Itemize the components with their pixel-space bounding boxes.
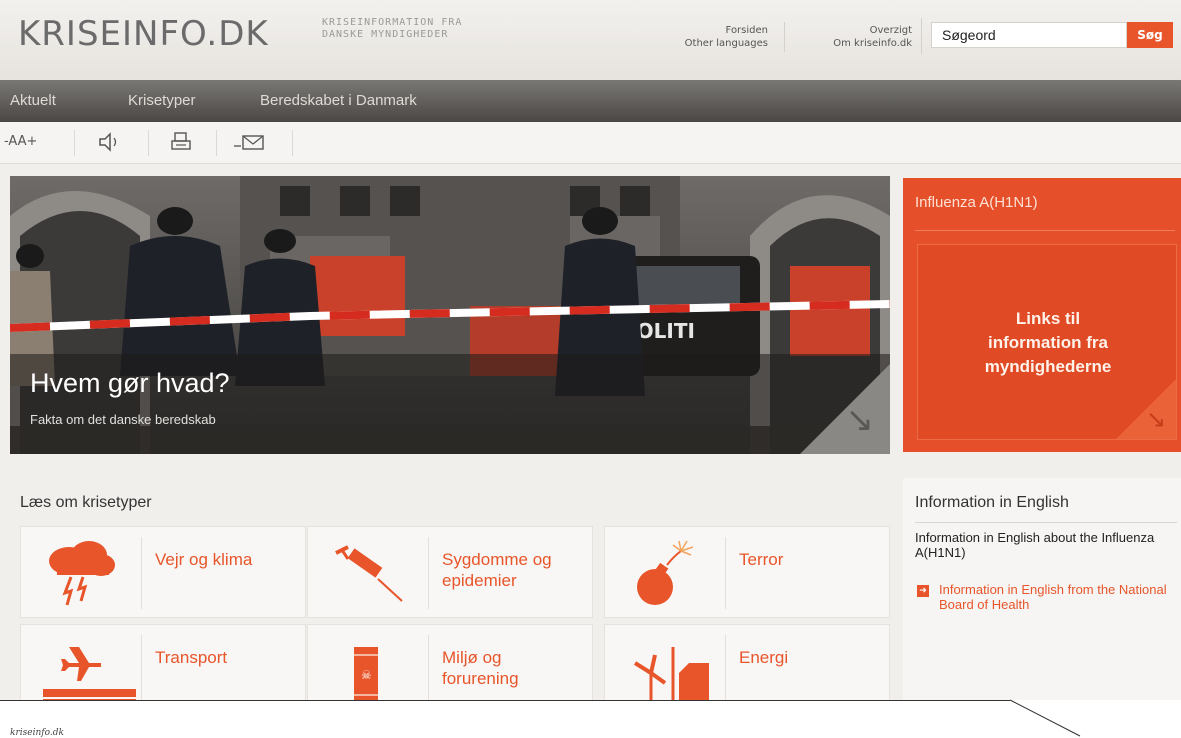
toxic-barrel-icon: ☠	[354, 647, 378, 700]
english-intro-text: Information in English about the Influen…	[915, 530, 1155, 560]
airplane-train-icon	[43, 647, 136, 700]
hero-subtitle: Fakta om det danske beredskab	[30, 412, 216, 427]
crisis-tile-environment[interactable]: ☠ Miljø og forurening	[307, 624, 593, 700]
tile-label: Transport	[155, 647, 227, 668]
crisis-tile-terror[interactable]: Terror	[604, 526, 890, 618]
crisis-tile-transport[interactable]: Transport	[20, 624, 306, 700]
tile-divider	[141, 635, 142, 700]
tile-label-line-1: Vejr og klima	[155, 550, 253, 569]
tile-label: Sygdomme og epidemier	[442, 549, 552, 591]
print-icon[interactable]	[170, 131, 192, 157]
promo-body: Links til information fra myndighederne	[918, 307, 1178, 379]
syringe-icon	[335, 545, 403, 602]
tile-divider	[428, 635, 429, 700]
bomb-icon	[637, 540, 694, 605]
tile-divider	[725, 635, 726, 700]
tile-label: Energi	[739, 647, 788, 668]
search-input[interactable]: Søgeord	[931, 22, 1127, 48]
text-size-control[interactable]: -AA+	[4, 134, 37, 149]
tagline-line-2: DANSKE MYNDIGHEDER	[322, 29, 449, 40]
nav-item-beredskabet[interactable]: Beredskabet i Danmark	[260, 92, 417, 109]
tile-label-line-2: epidemier	[442, 571, 517, 590]
main-nav: Aktuelt Krisetyper Beredskabet i Danmark	[0, 80, 1181, 122]
english-info-link[interactable]: Information in English from the National…	[939, 582, 1175, 612]
link-om-kriseinfo[interactable]: Om kriseinfo.dk	[790, 37, 912, 50]
wind-turbine-icon	[633, 647, 709, 700]
section-heading: Læs om krisetyper	[20, 494, 152, 511]
header-divider	[784, 22, 785, 52]
arrow-down-right-icon: ↘	[1145, 405, 1166, 433]
promo-line-3: myndighederne	[984, 357, 1112, 376]
promo-line-2: information fra	[988, 333, 1108, 352]
browser-screenshot: KRISEINFO.DK KRISEINFORMATION FRA DANSKE…	[0, 0, 1181, 700]
english-info-panel: Information in English Information in En…	[903, 478, 1181, 700]
section-heading: Information in English	[915, 494, 1069, 511]
crisis-types-section: Læs om krisetyper Vejr og klima Sygdomme…	[10, 478, 890, 700]
image-caption: kriseinfo.dk	[10, 728, 64, 738]
speaker-icon[interactable]	[96, 131, 122, 157]
nav-item-krisetyper[interactable]: Krisetyper	[128, 92, 196, 109]
crisis-tile-energy[interactable]: Energi	[604, 624, 890, 700]
header-divider	[921, 18, 922, 54]
svg-text:☠: ☠	[361, 668, 372, 682]
tile-label-line-1: Energi	[739, 648, 789, 667]
tile-label: Miljø og forurening	[442, 647, 519, 689]
nav-item-aktuelt[interactable]: Aktuelt	[10, 92, 56, 109]
tile-label-line-1: Terror	[739, 550, 784, 569]
tile-label-line-1: Sygdomme og	[442, 550, 552, 569]
crisis-tile-weather[interactable]: Vejr og klima	[20, 526, 306, 618]
storm-cloud-icon	[49, 541, 115, 606]
tile-divider	[725, 537, 726, 609]
top-links-left: Forsiden Other languages	[640, 24, 768, 50]
hero-title: Hvem gør hvad?	[30, 368, 230, 398]
tile-divider	[141, 537, 142, 609]
tool-divider	[148, 130, 149, 156]
search-button[interactable]: Søg	[1127, 22, 1173, 48]
tile-label-line-1: Miljø og	[442, 648, 502, 667]
site-tagline: KRISEINFORMATION FRA DANSKE MYNDIGHEDER	[322, 17, 462, 41]
crisis-tile-disease[interactable]: Sygdomme og epidemier	[307, 526, 593, 618]
promo-title[interactable]: Influenza A(H1N1)	[915, 194, 1038, 211]
site-header: KRISEINFO.DK KRISEINFORMATION FRA DANSKE…	[0, 0, 1181, 80]
tile-label: Vejr og klima	[155, 549, 252, 570]
tool-divider	[216, 130, 217, 156]
tile-label-line-2: forurening	[442, 669, 519, 688]
tool-divider	[74, 130, 75, 156]
promo-divider	[915, 230, 1175, 231]
tagline-line-1: KRISEINFORMATION FRA	[322, 17, 463, 28]
hero-banner[interactable]: POLITI Hvem gør hvad? Fakta om det dansk…	[10, 176, 890, 454]
tile-label: Terror	[739, 549, 783, 570]
link-overzigt[interactable]: Overzigt	[790, 24, 912, 37]
tile-divider	[428, 537, 429, 609]
top-links-right: Overzigt Om kriseinfo.dk	[790, 24, 912, 50]
site-logo[interactable]: KRISEINFO.DK	[18, 14, 269, 54]
email-icon[interactable]	[232, 132, 266, 156]
panel-divider	[915, 522, 1177, 523]
influenza-promo[interactable]: Influenza A(H1N1) Links til information …	[903, 178, 1181, 452]
page-tools: -AA+	[0, 122, 1181, 164]
arrow-down-right-icon: ↘	[845, 400, 875, 440]
link-forsiden[interactable]: Forsiden	[640, 24, 768, 37]
link-other-languages[interactable]: Other languages	[640, 37, 768, 50]
arrow-right-icon: ➜	[917, 585, 929, 597]
promo-line-1: Links til	[1015, 309, 1081, 328]
promo-box[interactable]: Links til information fra myndighederne …	[917, 244, 1177, 440]
tile-label-line-1: Transport	[155, 648, 228, 667]
tool-divider	[292, 130, 293, 156]
